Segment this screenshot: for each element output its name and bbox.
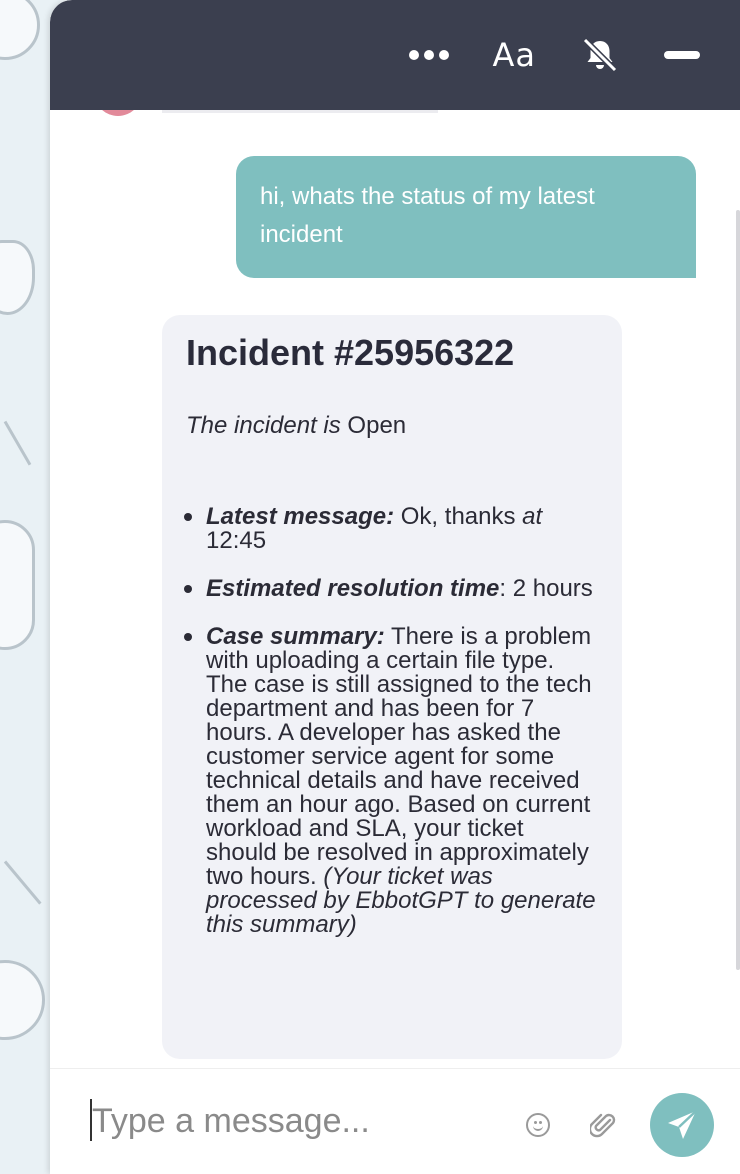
- doodle-line-2: [3, 860, 42, 905]
- bell-muted-icon: [582, 37, 618, 73]
- send-button[interactable]: [650, 1093, 714, 1157]
- doodle-wheel: [0, 0, 40, 60]
- chat-widget: Aa hi, whats the status of my latest inc…: [50, 0, 740, 1174]
- message-composer: [50, 1068, 740, 1174]
- message-list[interactable]: hi, whats the status of my latest incide…: [50, 110, 740, 1068]
- doodle-blob: [0, 240, 35, 315]
- mute-button[interactable]: [580, 35, 620, 75]
- font-size-button[interactable]: Aa: [493, 36, 537, 74]
- doodle-line: [3, 420, 32, 466]
- case-summary-item: Case summary: There is a problem with up…: [184, 623, 598, 937]
- message-scrollbar[interactable]: [736, 210, 740, 970]
- latest-message-label: Latest message:: [206, 503, 395, 530]
- incident-details: Latest message: Ok, thanks at 12:45 Esti…: [184, 503, 598, 937]
- paperclip-icon[interactable]: [590, 1111, 616, 1139]
- latest-message-time: 12:45: [206, 527, 267, 554]
- incident-title: Incident #25956322: [186, 332, 515, 373]
- more-button[interactable]: [408, 50, 449, 60]
- resolution-time-colon: :: [499, 575, 507, 602]
- resolution-time-item: Estimated resolution time: 2 hours: [184, 575, 598, 602]
- emoji-icon[interactable]: [526, 1113, 550, 1137]
- incident-status: The incident is Open: [186, 411, 598, 441]
- latest-message-value: Ok, thanks: [400, 503, 516, 530]
- bot-avatar: [94, 110, 142, 116]
- doodle-rocket: [0, 520, 35, 650]
- status-value: Open: [347, 412, 407, 439]
- minus-icon: [664, 51, 700, 59]
- message-input[interactable]: [92, 1097, 512, 1145]
- resolution-time-label: Estimated resolution time: [206, 575, 500, 602]
- chat-header: Aa: [50, 0, 740, 110]
- minimize-button[interactable]: [664, 51, 700, 59]
- more-dots-icon: [408, 50, 449, 60]
- send-plane-icon: [668, 1110, 697, 1139]
- resolution-time-value: 2 hours: [512, 575, 593, 602]
- latest-message-at: at: [522, 503, 543, 530]
- status-prefix: The incident is: [186, 412, 341, 439]
- incident-card: Incident #25956322 The incident is Open …: [162, 315, 622, 1059]
- user-message-bubble: hi, whats the status of my latest incide…: [236, 156, 696, 278]
- case-summary-label: Case summary:: [206, 623, 385, 650]
- previous-message-edge: [162, 110, 438, 113]
- latest-message-item: Latest message: Ok, thanks at 12:45: [184, 503, 598, 554]
- doodle-wheel-2: [0, 960, 45, 1040]
- case-summary-text: There is a problem with uploading a cert…: [206, 623, 592, 890]
